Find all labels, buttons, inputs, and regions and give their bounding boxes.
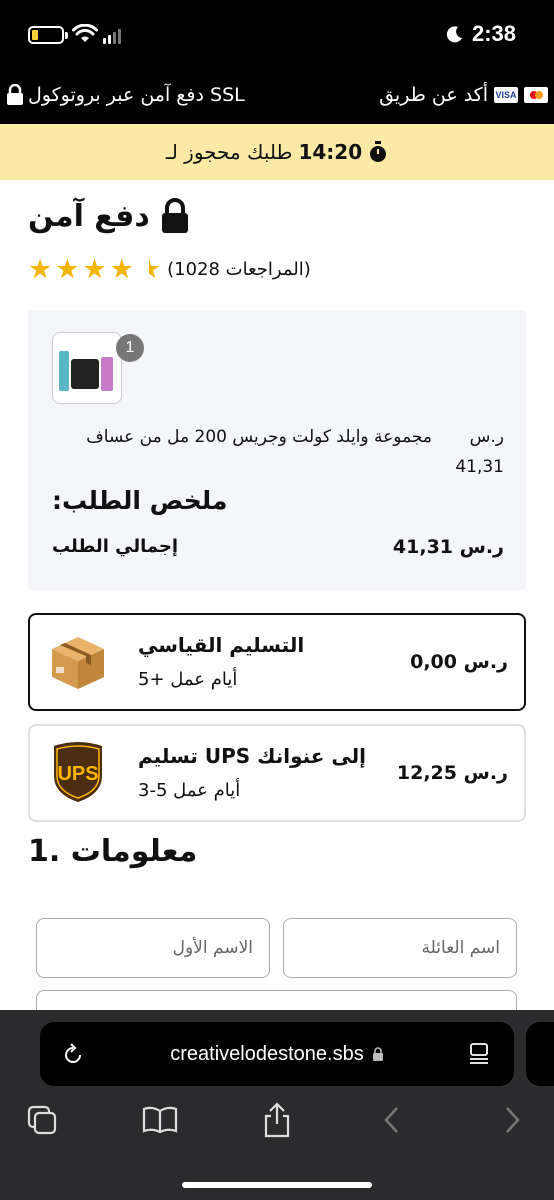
ssl-banner: SSL دفع آمن عبر بروتوكول أكد عن طريق VIS…	[0, 72, 554, 124]
shipping-price: ر.س 12,25	[396, 762, 508, 784]
product-amount: 41,31	[455, 457, 504, 477]
quantity-badge: 1	[116, 334, 144, 362]
forward-icon[interactable]	[492, 1098, 532, 1142]
product-currency: ر.س	[469, 427, 504, 447]
lock-icon	[161, 198, 188, 233]
ssl-left: SSL دفع آمن عبر بروتوكول	[6, 84, 245, 106]
moon-icon	[446, 26, 462, 43]
box-icon	[52, 637, 104, 689]
cellular-signal-icon	[103, 28, 121, 44]
visa-icon: VISA	[494, 87, 518, 103]
review-count: (المراجعات 1028)	[167, 259, 311, 280]
status-bar: 2:38	[0, 0, 554, 72]
order-summary: 1 مجموعة وايلد كولت وجريس 200 مل من عساف…	[28, 310, 526, 590]
ssl-right: أكد عن طريق VISA	[379, 84, 548, 106]
shipping-option-ups[interactable]: UPS إلى عنوانك UPS تسليم أيام عمل 5-3 ر.…	[28, 724, 526, 822]
ups-logo-text: UPS	[57, 763, 98, 785]
reservation-timer-banner: طلبك محجوز لـ 14:20	[0, 124, 554, 180]
shipping-days: أيام عمل +5	[138, 669, 238, 690]
rating-row: ★ ★ ★ ★ ★ (المراجعات 1028)	[28, 256, 311, 283]
half-star-icon: ★	[136, 254, 162, 285]
shipping-days: أيام عمل 5-3	[138, 780, 241, 801]
first-name-input[interactable]: الاسم الأول	[36, 918, 270, 978]
lock-icon	[372, 1047, 383, 1061]
timer-value: 14:20	[298, 140, 363, 164]
shipping-option-standard[interactable]: التسليم القياسي أيام عمل +5 ر.س 0,00	[28, 613, 526, 711]
timer-text: طلبك محجوز لـ	[165, 140, 293, 164]
tabs-icon[interactable]	[22, 1098, 62, 1142]
share-icon[interactable]	[257, 1098, 297, 1142]
back-icon[interactable]	[372, 1098, 412, 1142]
total-label: إجمالي الطلب	[52, 536, 179, 557]
product-thumbnail	[52, 332, 122, 404]
shipping-price: ر.س 0,00	[410, 651, 508, 673]
mastercard-icon	[524, 87, 548, 103]
rating-stars: ★ ★ ★ ★ ★	[28, 256, 161, 283]
ups-logo-icon: UPS	[54, 742, 102, 802]
browser-bottom-bar	[0, 1098, 554, 1144]
star-icon: ★	[55, 254, 80, 285]
star-icon: ★	[82, 254, 107, 285]
product-price: ر.س 41,31	[455, 422, 504, 482]
status-time: 2:38	[471, 21, 516, 46]
page-title: دفع آمن	[28, 198, 150, 234]
total-value: 41,31 ر.س	[392, 536, 504, 558]
shipping-name: إلى عنوانك UPS تسليم	[138, 744, 367, 768]
home-indicator	[182, 1182, 372, 1188]
reload-icon[interactable]	[62, 1042, 84, 1066]
lock-icon	[7, 84, 23, 105]
shipping-name: التسليم القياسي	[138, 633, 305, 657]
page-title-group: دفع آمن	[28, 198, 194, 234]
bookmarks-icon[interactable]	[140, 1098, 180, 1142]
wifi-icon	[72, 24, 98, 42]
last-name-input[interactable]: اسم العائلة	[283, 918, 517, 978]
address-bar[interactable]: creativelodestone.sbs	[40, 1022, 514, 1086]
confirm-via-text: أكد عن طريق	[379, 84, 488, 106]
url-text[interactable]: creativelodestone.sbs	[170, 1043, 363, 1066]
stopwatch-icon	[370, 141, 387, 162]
page-menu-icon[interactable]	[468, 1042, 490, 1064]
star-icon: ★	[109, 254, 134, 285]
star-icon: ★	[28, 254, 53, 285]
battery-icon	[28, 26, 68, 44]
browser-toolbar: creativelodestone.sbs	[0, 1010, 554, 1200]
summary-title: ملخص الطلب:	[52, 486, 228, 515]
next-tab-preview[interactable]	[526, 1022, 554, 1086]
status-time-group: 2:38	[446, 21, 516, 47]
ssl-text: SSL دفع آمن عبر بروتوكول	[28, 84, 245, 106]
product-name: مجموعة وايلد كولت وجريس 200 مل من عساف	[86, 427, 432, 447]
section-title-info: معلومات .1	[28, 834, 198, 869]
